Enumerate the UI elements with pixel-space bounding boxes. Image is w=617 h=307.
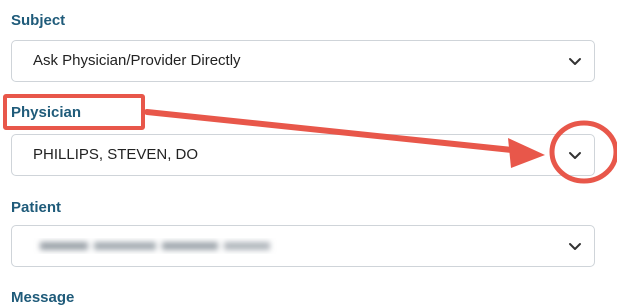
physician-selected-value: PHILLIPS, STEVEN, DO [33, 146, 199, 163]
chevron-down-icon [569, 58, 581, 65]
message-form: Subject Ask Physician/Provider Directly … [0, 0, 617, 307]
annotation-highlight-box [3, 94, 145, 130]
physician-select[interactable]: PHILLIPS, STEVEN, DO [11, 134, 595, 176]
subject-select[interactable]: Ask Physician/Provider Directly [11, 40, 595, 82]
subject-label: Subject [11, 12, 66, 29]
redacted-patient-name [40, 242, 270, 250]
message-label: Message [11, 289, 75, 306]
chevron-down-icon [569, 243, 581, 250]
patient-select[interactable] [11, 225, 595, 267]
subject-selected-value: Ask Physician/Provider Directly [33, 52, 241, 69]
patient-label: Patient [11, 199, 62, 216]
chevron-down-icon [569, 152, 581, 159]
